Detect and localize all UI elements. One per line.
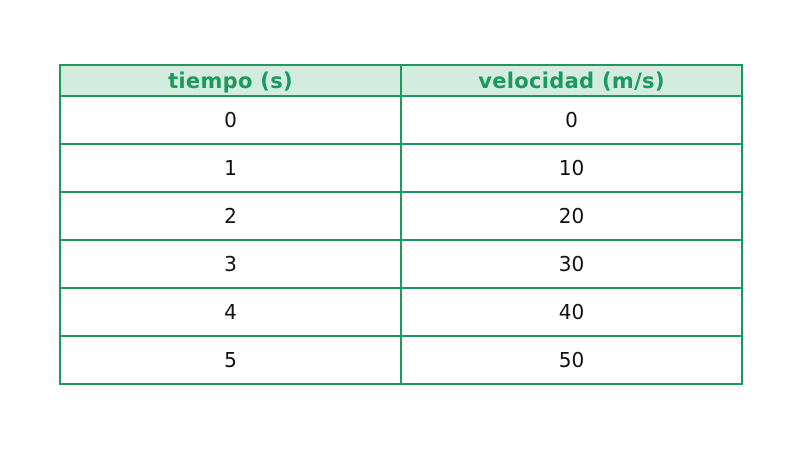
cell-velocidad: 30 xyxy=(400,239,743,289)
table-row: 0 0 xyxy=(59,95,743,145)
table-row: 5 50 xyxy=(59,335,743,385)
header-velocidad: velocidad (m/s) xyxy=(400,64,743,97)
cell-tiempo: 3 xyxy=(59,239,402,289)
table-row: 4 40 xyxy=(59,287,743,337)
cell-velocidad: 0 xyxy=(400,95,743,145)
cell-tiempo: 5 xyxy=(59,335,402,385)
time-velocity-table: tiempo (s) velocidad (m/s) 0 0 1 10 2 20… xyxy=(59,64,743,385)
cell-velocidad: 20 xyxy=(400,191,743,241)
cell-tiempo: 0 xyxy=(59,95,402,145)
cell-velocidad: 40 xyxy=(400,287,743,337)
cell-velocidad: 50 xyxy=(400,335,743,385)
cell-tiempo: 1 xyxy=(59,143,402,193)
table-body: 0 0 1 10 2 20 3 30 4 40 5 50 xyxy=(59,95,743,385)
table-header: tiempo (s) velocidad (m/s) xyxy=(59,64,743,97)
cell-tiempo: 4 xyxy=(59,287,402,337)
header-row: tiempo (s) velocidad (m/s) xyxy=(59,64,743,97)
cell-velocidad: 10 xyxy=(400,143,743,193)
table-row: 1 10 xyxy=(59,143,743,193)
cell-tiempo: 2 xyxy=(59,191,402,241)
table-row: 2 20 xyxy=(59,191,743,241)
header-tiempo: tiempo (s) xyxy=(59,64,402,97)
table-row: 3 30 xyxy=(59,239,743,289)
